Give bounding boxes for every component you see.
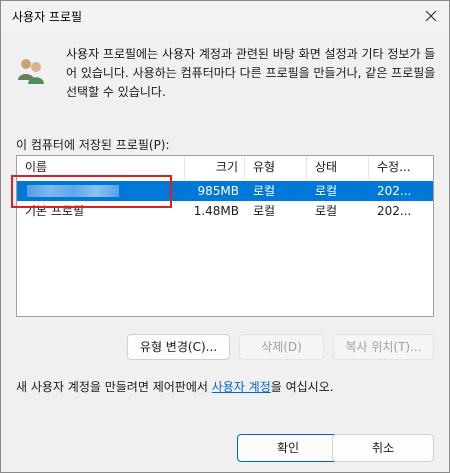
window-title: 사용자 프로필 bbox=[12, 10, 83, 24]
user-accounts-link[interactable]: 사용자 계정 bbox=[212, 380, 271, 394]
column-header-modified[interactable]: 수정... bbox=[369, 156, 433, 179]
row-name: 기본 프로필 bbox=[25, 204, 85, 218]
user-accounts-hint: 새 사용자 계정을 만들려면 제어판에서 사용자 계정을 여십시오. bbox=[16, 378, 334, 395]
table-row[interactable]: 985MB 로컬 로컬 202... bbox=[17, 181, 433, 201]
description-text: 사용자 프로필에는 사용자 계정과 관련된 바탕 화면 설정과 기타 정보가 들… bbox=[66, 47, 436, 99]
change-type-button[interactable]: 유형 변경(C)... bbox=[127, 334, 230, 360]
close-icon bbox=[425, 10, 437, 22]
profiles-list-label: 이 컴퓨터에 저장된 프로필(P): bbox=[16, 138, 170, 152]
hint-prefix: 새 사용자 계정을 만들려면 제어판에서 bbox=[16, 380, 212, 394]
row-modified: 202... bbox=[377, 204, 412, 218]
column-header-type[interactable]: 유형 bbox=[245, 156, 307, 179]
close-button[interactable] bbox=[419, 4, 443, 28]
column-header-status[interactable]: 상태 bbox=[307, 156, 369, 179]
table-row[interactable]: 기본 프로필 1.48MB 로컬 로컬 202... bbox=[17, 201, 433, 221]
ok-button[interactable]: 확인 bbox=[237, 434, 339, 462]
row-name bbox=[25, 181, 175, 201]
copy-to-button[interactable]: 복사 위치(T)... bbox=[333, 334, 434, 360]
row-status: 로컬 bbox=[315, 184, 338, 198]
hint-suffix: 을 여십시오. bbox=[270, 380, 334, 394]
row-type: 로컬 bbox=[253, 204, 276, 218]
list-header: 이름 크기 유형 상태 수정... bbox=[17, 156, 433, 179]
row-status: 로컬 bbox=[315, 204, 338, 218]
column-header-size[interactable]: 크기 bbox=[185, 156, 245, 179]
column-header-name[interactable]: 이름 bbox=[17, 156, 185, 179]
row-size: 1.48MB bbox=[193, 204, 239, 218]
row-size: 985MB bbox=[197, 184, 240, 198]
delete-button[interactable]: 삭제(D) bbox=[239, 334, 324, 360]
profiles-list[interactable]: 이름 크기 유형 상태 수정... 985MB 로컬 로컬 202... 기본 … bbox=[16, 155, 434, 317]
title-bar: 사용자 프로필 bbox=[1, 1, 449, 31]
row-modified: 202... bbox=[377, 184, 412, 198]
users-icon bbox=[18, 59, 44, 84]
row-type: 로컬 bbox=[253, 184, 276, 198]
cancel-button[interactable]: 취소 bbox=[332, 434, 434, 462]
user-profiles-dialog: 사용자 프로필 사용자 프로필에는 사용자 계정과 관련된 바탕 화면 설정과 … bbox=[0, 0, 450, 473]
